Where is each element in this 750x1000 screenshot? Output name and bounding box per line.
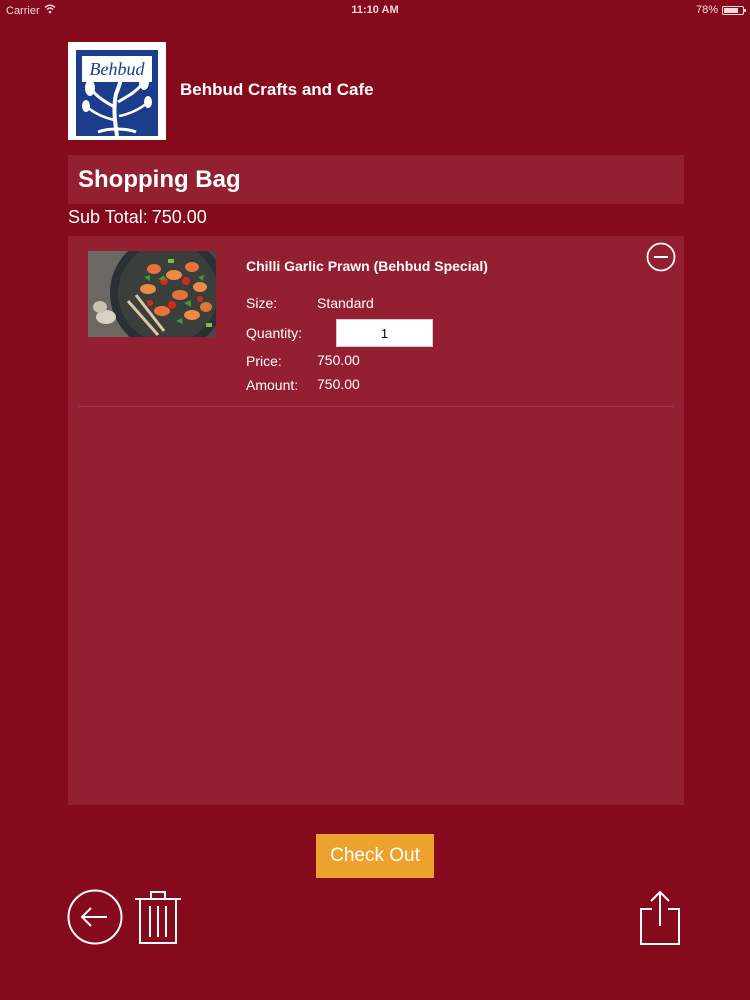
subtotal-value: 750.00 bbox=[151, 207, 207, 227]
battery-level bbox=[724, 7, 739, 13]
price-value: 750.00 bbox=[317, 352, 360, 368]
amount-label: Amount: bbox=[246, 377, 299, 393]
product-image[interactable] bbox=[88, 251, 216, 337]
price-label: Price: bbox=[246, 353, 282, 369]
quantity-input[interactable] bbox=[336, 319, 433, 347]
page-title: Shopping Bag bbox=[78, 166, 241, 193]
checkout-button[interactable]: Check Out bbox=[316, 834, 434, 878]
subtotal: Sub Total: 750.00 bbox=[68, 207, 207, 228]
size-label: Size: bbox=[246, 295, 278, 311]
share-icon bbox=[640, 890, 680, 945]
cart-list: Chilli Garlic Prawn (Behbud Special) Siz… bbox=[68, 236, 684, 805]
size-value: Standard bbox=[317, 295, 374, 311]
brand-logo: Behbud bbox=[68, 42, 166, 140]
status-right: 78% bbox=[695, 4, 746, 16]
remove-item-button[interactable] bbox=[646, 242, 676, 272]
battery-percent: 78% bbox=[695, 4, 718, 16]
product-name: Chilli Garlic Prawn (Behbud Special) bbox=[246, 258, 488, 274]
status-time: 11:10 AM bbox=[351, 4, 399, 16]
status-bar: Carrier 11:10 AM 78% bbox=[0, 0, 750, 20]
page-header: Shopping Bag bbox=[68, 155, 684, 204]
back-arrow-icon bbox=[67, 889, 123, 945]
row-divider bbox=[78, 406, 674, 407]
trash-icon bbox=[135, 891, 181, 944]
clear-bag-button[interactable] bbox=[131, 889, 185, 945]
share-button[interactable] bbox=[637, 889, 683, 947]
back-button[interactable] bbox=[67, 889, 123, 945]
quantity-label: Quantity: bbox=[246, 325, 303, 341]
logo-wordmark: Behbud bbox=[90, 59, 146, 79]
brand-name: Behbud Crafts and Cafe bbox=[180, 80, 374, 99]
battery-icon bbox=[722, 5, 746, 15]
amount-value: 750.00 bbox=[317, 376, 360, 392]
minus-circle-icon bbox=[646, 242, 676, 272]
subtotal-label: Sub Total: bbox=[68, 207, 148, 227]
